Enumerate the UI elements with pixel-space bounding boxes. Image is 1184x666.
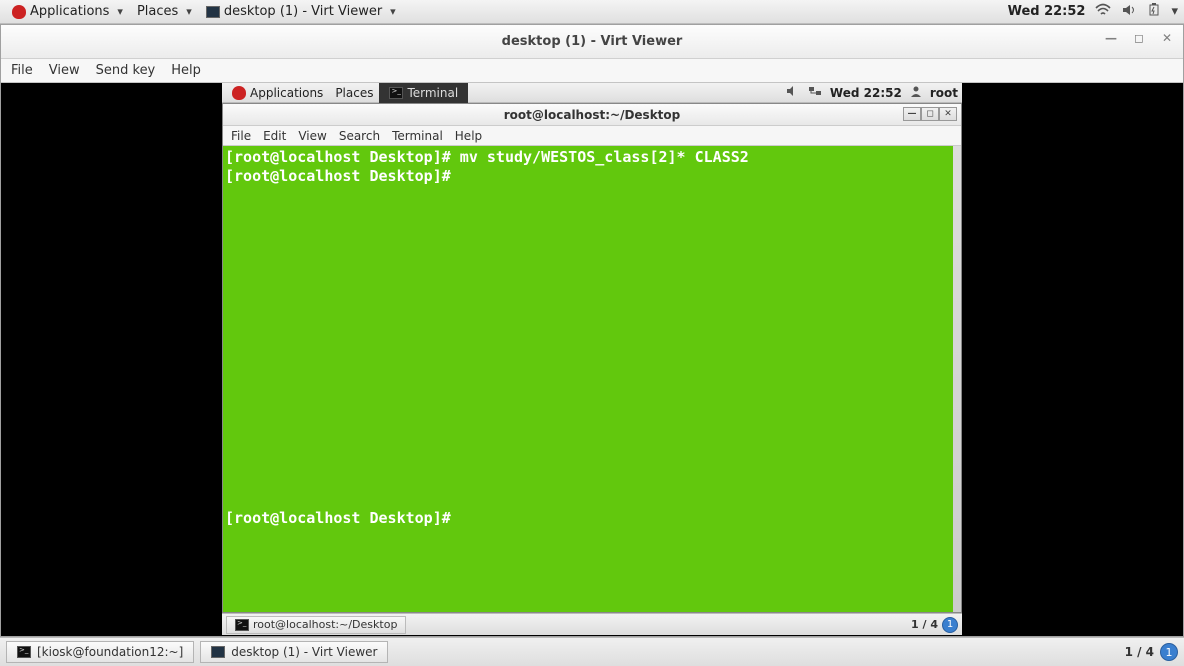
terminal-menu-view[interactable]: View [298, 129, 326, 143]
host-bottom-panel: [kiosk@foundation12:~] desktop (1) - Vir… [0, 637, 1184, 666]
terminal-menu-file[interactable]: File [231, 129, 251, 143]
guest-top-panel: Applications Places Terminal [222, 83, 962, 103]
virt-maximize-button[interactable]: ◻ [1129, 31, 1149, 45]
terminal-line: [root@localhost Desktop]# [225, 167, 959, 186]
virt-menu-help[interactable]: Help [171, 63, 201, 78]
virt-minimize-button[interactable]: — [1101, 31, 1121, 45]
guest-taskbar-item[interactable]: root@localhost:~/Desktop [226, 616, 406, 634]
guest-user-icon[interactable] [910, 85, 922, 100]
terminal-menu-edit[interactable]: Edit [263, 129, 286, 143]
virt-close-button[interactable]: ✕ [1157, 31, 1177, 45]
host-places-menu[interactable]: Places [131, 2, 198, 21]
host-active-window-menu[interactable]: desktop (1) - Virt Viewer [200, 2, 402, 21]
terminal-menu-search[interactable]: Search [339, 129, 380, 143]
terminal-icon [235, 619, 249, 631]
terminal-icon [17, 646, 31, 658]
terminal-body[interactable]: [root@localhost Desktop]# mv study/WESTO… [223, 146, 961, 612]
virt-viewer-window: desktop (1) - Virt Viewer — ◻ ✕ File Vie… [0, 24, 1184, 637]
host-task2-label: desktop (1) - Virt Viewer [231, 645, 377, 659]
guest-applications-label: Applications [250, 86, 323, 100]
guest-user-label[interactable]: root [930, 86, 958, 100]
host-workspace-indicator[interactable]: 1 / 4 [1125, 645, 1154, 659]
virt-content-area: Applications Places Terminal [1, 83, 1183, 636]
virt-title: desktop (1) - Virt Viewer [502, 34, 683, 49]
guest-active-app-tab[interactable]: Terminal [379, 83, 468, 103]
terminal-titlebar[interactable]: root@localhost:~/Desktop — ◻ ✕ [223, 104, 961, 126]
virt-window-controls: — ◻ ✕ [1101, 31, 1177, 45]
host-task1-label: [kiosk@foundation12:~] [37, 645, 183, 659]
redhat-icon [12, 5, 26, 19]
redhat-icon [232, 86, 246, 100]
virt-menu-sendkey[interactable]: Send key [96, 63, 156, 78]
guest-applications-menu[interactable]: Applications [226, 86, 329, 100]
network-icon[interactable] [1095, 3, 1111, 21]
user-menu-arrow-icon[interactable]: ▾ [1171, 4, 1178, 19]
guest-places-menu[interactable]: Places [329, 86, 379, 100]
monitor-icon [211, 646, 225, 658]
terminal-minimize-button[interactable]: — [903, 107, 921, 121]
terminal-menu-help[interactable]: Help [455, 129, 482, 143]
terminal-title: root@localhost:~/Desktop [504, 108, 681, 122]
guest-active-app-label: Terminal [407, 86, 458, 100]
terminal-window: root@localhost:~/Desktop — ◻ ✕ File Edit… [222, 103, 962, 613]
host-status-area: Wed 22:52 ▾ [1008, 3, 1178, 21]
guest-bottom-panel: root@localhost:~/Desktop 1 / 4 1 [222, 613, 962, 635]
host-taskbar-item-virt[interactable]: desktop (1) - Virt Viewer [200, 641, 388, 663]
guest-desktop: Applications Places Terminal [222, 83, 962, 635]
terminal-icon [389, 87, 403, 99]
terminal-line: [root@localhost Desktop]# mv study/WESTO… [225, 148, 959, 167]
virt-menu-view[interactable]: View [49, 63, 80, 78]
host-active-window-label: desktop (1) - Virt Viewer [224, 4, 382, 19]
battery-icon[interactable] [1147, 3, 1161, 21]
monitor-icon [206, 6, 220, 18]
host-applications-label: Applications [30, 4, 109, 19]
terminal-maximize-button[interactable]: ◻ [921, 107, 939, 121]
guest-network-icon[interactable] [808, 85, 822, 100]
terminal-window-controls: — ◻ ✕ [903, 107, 957, 121]
terminal-menubar: File Edit View Search Terminal Help [223, 126, 961, 146]
terminal-prompt: [root@localhost Desktop]# [225, 509, 460, 528]
guest-workspace-badge[interactable]: 1 [942, 617, 958, 633]
guest-volume-icon[interactable] [786, 85, 800, 100]
guest-task-label: root@localhost:~/Desktop [253, 618, 397, 631]
guest-datetime[interactable]: Wed 22:52 [830, 86, 902, 100]
terminal-menu-terminal[interactable]: Terminal [392, 129, 443, 143]
guest-places-label: Places [335, 86, 373, 100]
guest-workspace-indicator[interactable]: 1 / 4 [911, 618, 938, 631]
host-applications-menu[interactable]: Applications [6, 2, 129, 21]
host-workspace-badge[interactable]: 1 [1160, 643, 1178, 661]
volume-icon[interactable] [1121, 3, 1137, 21]
virt-menubar: File View Send key Help [1, 59, 1183, 83]
host-datetime[interactable]: Wed 22:52 [1008, 4, 1086, 19]
virt-menu-file[interactable]: File [11, 63, 33, 78]
terminal-close-button[interactable]: ✕ [939, 107, 957, 121]
terminal-scrollbar[interactable] [953, 146, 961, 612]
host-taskbar-item-terminal[interactable]: [kiosk@foundation12:~] [6, 641, 194, 663]
virt-titlebar[interactable]: desktop (1) - Virt Viewer — ◻ ✕ [1, 25, 1183, 59]
host-places-label: Places [137, 4, 178, 19]
host-menu-left: Applications Places desktop (1) - Virt V… [6, 2, 402, 21]
host-top-panel: Applications Places desktop (1) - Virt V… [0, 0, 1184, 24]
guest-status-area: Wed 22:52 root [786, 85, 958, 100]
